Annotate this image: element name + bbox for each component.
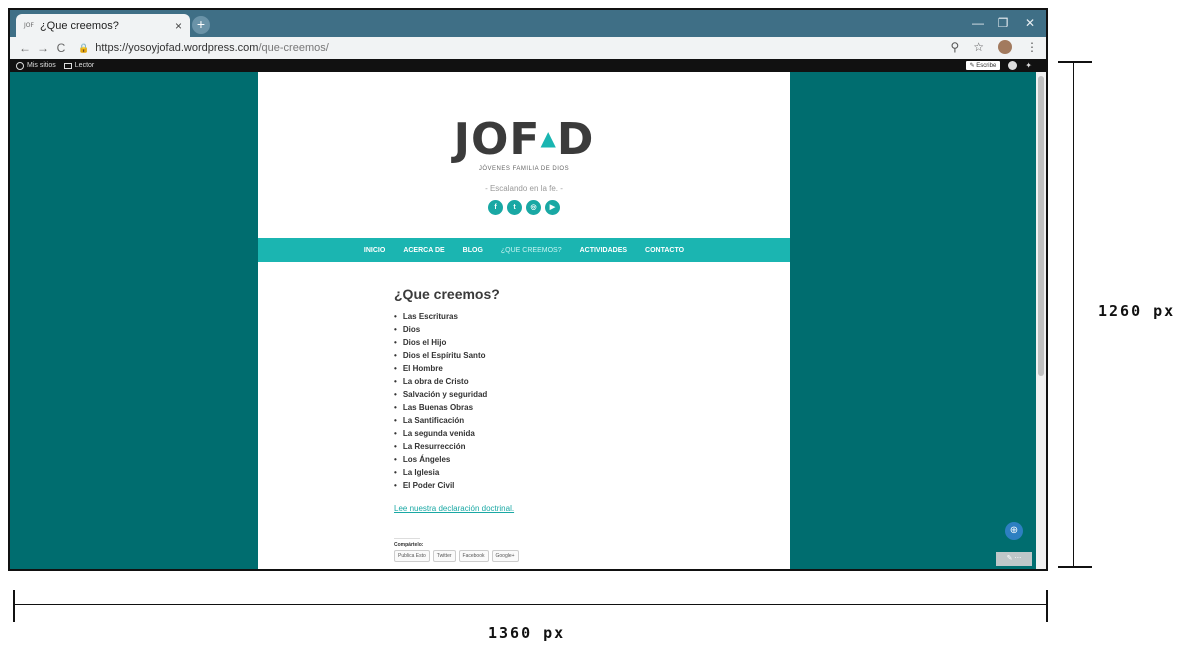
lock-icon: 🔒 [78,42,90,53]
reader-icon [63,62,72,69]
list-item[interactable]: Dios el Hijo [394,336,694,349]
my-sites-link[interactable]: Mis sitios [16,61,56,70]
zoom-icon[interactable]: ⚲ [950,40,959,54]
profile-avatar[interactable] [998,40,1012,54]
beliefs-list: Las Escrituras Dios Dios el Hijo Dios el… [394,310,694,492]
notifications-icon[interactable]: ✦ [1025,61,1032,70]
reader-label: Lector [74,62,95,69]
page-content: ¿Que creemos? Las Escrituras Dios Dios e… [394,286,694,562]
share-publish-button[interactable]: Publica Esto [394,550,430,562]
youtube-icon[interactable]: ▶ [545,200,560,215]
list-item[interactable]: Las Escrituras [394,310,694,323]
page-title: ¿Que creemos? [394,286,500,302]
share-buttons: Publica Esto Twitter Facebook Google+ [394,550,519,562]
list-item[interactable]: Salvación y seguridad [394,388,694,401]
logo-triangle-icon: ▲ [540,126,557,150]
main-menu: INICIO ACERCA DE BLOG ¿QUE CREEMOS? ACTI… [258,238,790,262]
site-tagline: - Escalando en la fe. - [485,184,563,193]
facebook-icon[interactable]: f [488,200,503,215]
scrollbar[interactable] [1036,72,1046,569]
height-label: 1260 px [1098,302,1176,320]
write-label: Escribe [976,63,997,69]
site-page: JOF▲D JÓVENES FAMILIA DE DIOS - Escaland… [258,72,790,569]
share-twitter-button[interactable]: Twitter [432,550,456,562]
tab-close-icon[interactable]: × [175,19,182,33]
width-label: 1360 px [488,624,566,642]
edit-toolbar[interactable]: ✎ ⋯ [996,552,1032,566]
my-sites-label: Mis sitios [27,62,56,69]
share-google-button[interactable]: Google+ [491,550,519,562]
bookmark-star-icon[interactable]: ☆ [973,40,984,54]
globe-icon[interactable]: ⊕ [1005,522,1023,540]
menu-dots-icon[interactable]: ⋮ [1026,40,1038,54]
share-facebook-button[interactable]: Facebook [458,550,489,562]
list-item[interactable]: La segunda venida [394,427,694,440]
menu-item-inicio[interactable]: INICIO [364,247,385,254]
share-label: Compártelo: [394,538,423,548]
write-button[interactable]: ✎ Escribe [965,61,1001,70]
close-window-icon[interactable]: ✕ [1020,16,1040,30]
menu-item-blog[interactable]: BLOG [463,247,483,254]
menu-item-que-creemos[interactable]: ¿QUE CREEMOS? [501,247,562,254]
wordpress-admin-bar: Mis sitios Lector ✎ Escribe ✦ [10,59,1046,72]
logo-text-main: JOF [453,114,541,165]
logo-text-end: D [556,114,595,165]
width-dimension-cap-right [1046,590,1048,622]
doctrine-link[interactable]: Lee nuestra declaración doctrinal. [394,504,694,513]
favicon: JOF [24,22,34,29]
list-item[interactable]: La Iglesia [394,466,694,479]
scroll-thumb[interactable] [1038,76,1044,376]
height-dimension-cap-bottom [1058,566,1092,568]
minimize-icon[interactable]: — [968,16,988,30]
list-item[interactable]: La Santificación [394,414,694,427]
height-dimension-cap-top [1058,61,1092,63]
page-viewport: JOF▲D JÓVENES FAMILIA DE DIOS - Escaland… [10,72,1038,569]
browser-tab[interactable]: JOF ¿Que creemos? × [16,14,190,37]
width-dimension-line [14,604,1047,605]
list-item[interactable]: Dios [394,323,694,336]
url-domain: https://yosoyjofad.wordpress.com [95,42,259,54]
user-avatar-icon[interactable] [1008,61,1018,70]
social-links: f t ◎ ▶ [258,200,790,215]
list-item[interactable]: Dios el Espíritu Santo [394,349,694,362]
site-logo[interactable]: JOF▲D [258,114,790,165]
url-field[interactable]: 🔒 https://yosoyjofad.wordpress.com/que-c… [78,42,329,54]
menu-item-contacto[interactable]: CONTACTO [645,247,684,254]
list-item[interactable]: La obra de Cristo [394,375,694,388]
list-item[interactable]: Las Buenas Obras [394,401,694,414]
back-icon[interactable]: ← [16,41,34,55]
width-dimension-cap-left [13,590,15,622]
list-item[interactable]: La Resurrección [394,440,694,453]
reader-link[interactable]: Lector [63,62,95,69]
list-item[interactable]: El Poder Civil [394,479,694,492]
list-item[interactable]: El Hombre [394,362,694,375]
tab-title: ¿Que creemos? [39,19,119,32]
browser-window: JOF ¿Que creemos? × + — ❐ ✕ ← → C 🔒 http… [8,8,1048,571]
reload-icon[interactable]: C [52,41,70,55]
address-bar: ← → C 🔒 https://yosoyjofad.wordpress.com… [10,37,1046,59]
twitter-icon[interactable]: t [507,200,522,215]
logo-subtitle: JÓVENES FAMILIA DE DIOS [478,166,570,172]
tab-bar: JOF ¿Que creemos? × + — ❐ ✕ [10,10,1046,37]
list-item[interactable]: Los Ángeles [394,453,694,466]
forward-icon[interactable]: → [34,41,52,55]
menu-item-actividades[interactable]: ACTIVIDADES [580,247,627,254]
menu-item-acerca-de[interactable]: ACERCA DE [403,247,444,254]
instagram-icon[interactable]: ◎ [526,200,541,215]
maximize-icon[interactable]: ❐ [993,16,1013,30]
logo-text: JOF▲D [454,114,595,165]
url-path: /que-creemos/ [258,42,329,54]
height-dimension-line [1073,62,1074,567]
wordpress-icon [16,61,24,70]
new-tab-button[interactable]: + [192,16,210,34]
